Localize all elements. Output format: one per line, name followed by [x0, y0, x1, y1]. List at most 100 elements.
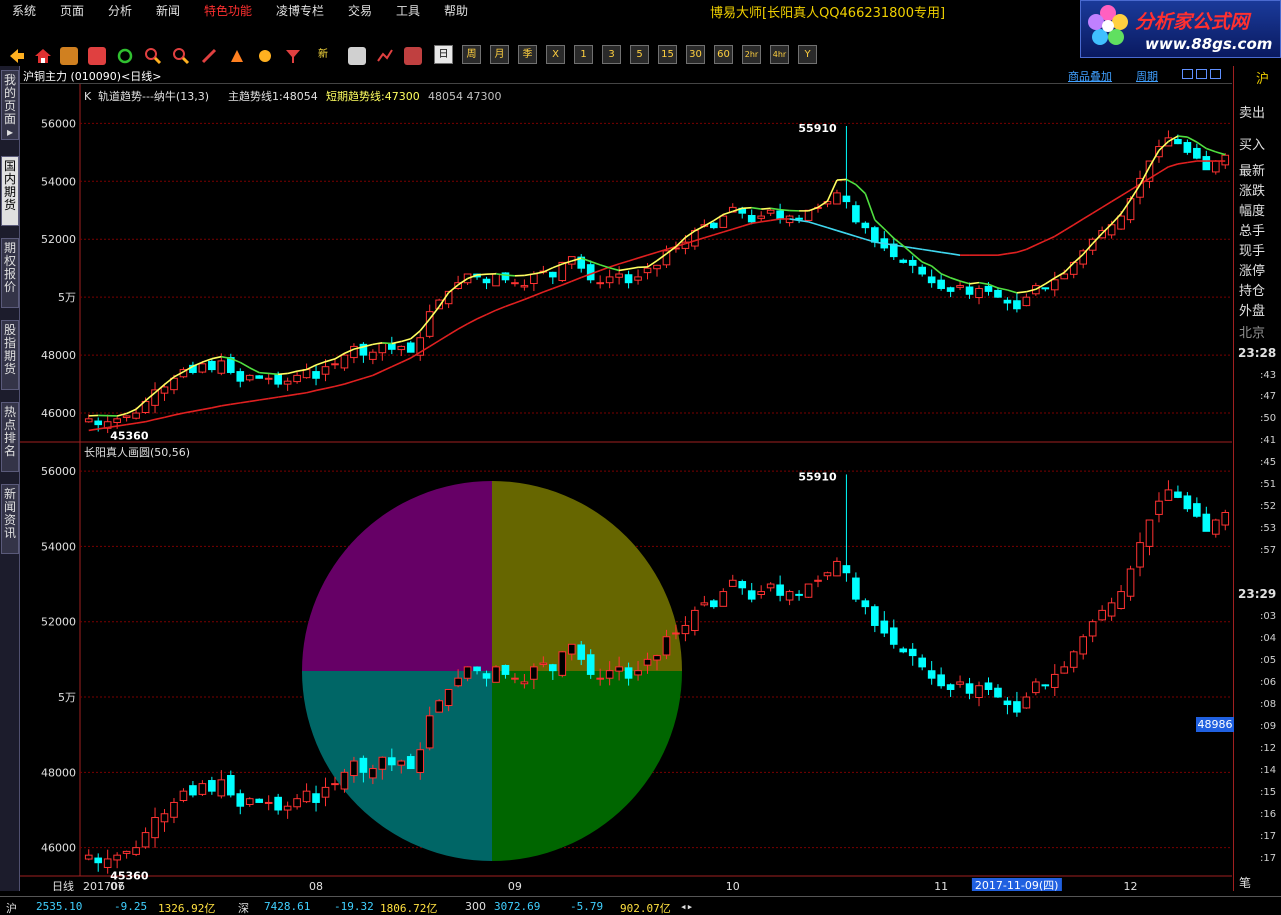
- candle-body: [624, 274, 633, 284]
- overlay-link[interactable]: 商品叠加: [1068, 68, 1112, 84]
- side-tab-my-page[interactable]: 我的页面▸: [1, 70, 19, 140]
- menu-news[interactable]: 新闻: [156, 2, 180, 19]
- candle-body: [833, 192, 841, 205]
- chart-line-icon[interactable]: [376, 47, 394, 65]
- candle-body: [492, 273, 500, 287]
- table-icon[interactable]: [348, 47, 366, 65]
- candle-body: [889, 627, 898, 645]
- filter-icon[interactable]: [284, 47, 302, 65]
- tick-icon[interactable]: [404, 47, 422, 65]
- candle-body: [84, 854, 93, 860]
- period-quarter-button[interactable]: 季: [518, 45, 537, 64]
- restore-icon[interactable]: [1182, 69, 1193, 79]
- main-trend-segment: [400, 357, 412, 364]
- short-trend-segment: [751, 206, 762, 210]
- main-trend-segment: [173, 412, 184, 416]
- main-trend-segment: [249, 399, 260, 403]
- main-trend-segment: [429, 339, 440, 348]
- period-x-button[interactable]: X: [546, 45, 565, 64]
- candle-body: [217, 779, 226, 797]
- short-trend-segment: [287, 370, 298, 375]
- short-trend-segment: [259, 371, 269, 375]
- candle-body: [340, 354, 349, 369]
- side-tab-index-futures[interactable]: 股指期货: [1, 320, 19, 390]
- sh-label: 沪: [6, 902, 17, 915]
- period-year-button[interactable]: Y: [798, 45, 817, 64]
- refresh-icon[interactable]: [116, 47, 134, 65]
- candle-body: [208, 360, 216, 371]
- period-15min-button[interactable]: 15: [658, 45, 677, 64]
- draw-tool-icon[interactable]: [228, 47, 246, 65]
- candle-body: [520, 285, 529, 288]
- menu-features[interactable]: 特色功能: [204, 2, 252, 19]
- period-5min-button[interactable]: 5: [630, 45, 649, 64]
- candle-body: [1117, 591, 1125, 609]
- menu-page[interactable]: 页面: [60, 2, 84, 19]
- short-trend-label: 短期趋势线:47300: [326, 89, 420, 103]
- flower-logo-icon: [1088, 5, 1128, 45]
- candle-body: [871, 606, 879, 626]
- side-tab-news[interactable]: 新闻资讯: [1, 484, 19, 554]
- menu-help[interactable]: 帮助: [444, 2, 468, 19]
- candle-body: [406, 756, 415, 770]
- candle-body: [511, 282, 519, 285]
- candle-body: [113, 418, 121, 423]
- menu-column[interactable]: 凌博专栏: [276, 2, 324, 19]
- symbol-title: 沪铜主力 (010090)<日线>: [23, 68, 162, 84]
- maximize-icon[interactable]: [1196, 69, 1207, 79]
- period-label: 日线: [52, 879, 74, 891]
- main-trend-segment: [126, 422, 137, 426]
- pen-icon[interactable]: [200, 47, 218, 65]
- period-month-button[interactable]: 月: [490, 45, 509, 64]
- zoom-out-icon[interactable]: [172, 47, 190, 65]
- period-4hr-button[interactable]: 4hr: [770, 45, 789, 64]
- y-tick-label: 56000: [41, 117, 76, 130]
- scroll-arrows-icon[interactable]: ◂▸: [680, 900, 693, 913]
- menu-tools[interactable]: 工具: [396, 2, 420, 19]
- side-tab-hot-rank[interactable]: 热点排名: [1, 402, 19, 472]
- short-trend-segment: [1148, 150, 1160, 168]
- main-trend-segment: [192, 408, 203, 413]
- main-trend-segment: [808, 221, 819, 226]
- y-tick-label: 5万: [58, 691, 76, 704]
- period-link[interactable]: 周期: [1136, 68, 1158, 84]
- candle-body: [160, 386, 169, 394]
- period-day-button[interactable]: 日: [434, 45, 453, 64]
- period-2hr-button[interactable]: 2hr: [742, 45, 761, 64]
- indicator-icon[interactable]: [256, 47, 274, 65]
- csi300-amount: 902.07亿: [620, 902, 671, 915]
- period-3min-button[interactable]: 3: [602, 45, 621, 64]
- quote-icon[interactable]: [88, 47, 106, 65]
- circle-quadrant-2: [302, 671, 492, 861]
- y-tick-label: 46000: [41, 407, 76, 420]
- list-icon[interactable]: [60, 47, 78, 65]
- menu-system[interactable]: 系统: [12, 2, 36, 19]
- candles-top: [84, 125, 1230, 434]
- candle-body: [245, 798, 254, 805]
- candle-body: [340, 771, 349, 790]
- side-tab-futures[interactable]: 国内期货: [1, 156, 19, 226]
- zoom-in-icon[interactable]: [144, 47, 162, 65]
- x-month-label: 10: [726, 880, 740, 891]
- home-icon[interactable]: [34, 47, 52, 65]
- candle-body: [170, 801, 178, 818]
- period-week-button[interactable]: 周: [462, 45, 481, 64]
- short-trend-segment: [694, 225, 705, 232]
- back-arrow-icon[interactable]: [8, 47, 26, 65]
- candle-body: [1041, 684, 1050, 687]
- side-tab-options[interactable]: 期权报价: [1, 238, 19, 308]
- main-trend-segment: [457, 323, 468, 330]
- new-button[interactable]: 新: [312, 45, 334, 64]
- y-tick-label: 5万: [58, 291, 76, 304]
- price-chart[interactable]: 56000 56000 54000 54000 52000 52000 5万 5万 48000 4…: [20, 84, 1232, 891]
- app-title: 博易大师[长阳真人QQ466231800专用]: [710, 6, 946, 21]
- period-60min-button[interactable]: 60: [714, 45, 733, 64]
- close-panel-icon[interactable]: [1210, 69, 1221, 79]
- menu-trade[interactable]: 交易: [348, 2, 372, 19]
- candle-body: [463, 666, 472, 679]
- rp-tick: :43: [1260, 370, 1277, 381]
- x-month-label: 12: [1124, 880, 1138, 891]
- menu-analysis[interactable]: 分析: [108, 2, 132, 19]
- period-1min-button[interactable]: 1: [574, 45, 593, 64]
- period-30min-button[interactable]: 30: [686, 45, 705, 64]
